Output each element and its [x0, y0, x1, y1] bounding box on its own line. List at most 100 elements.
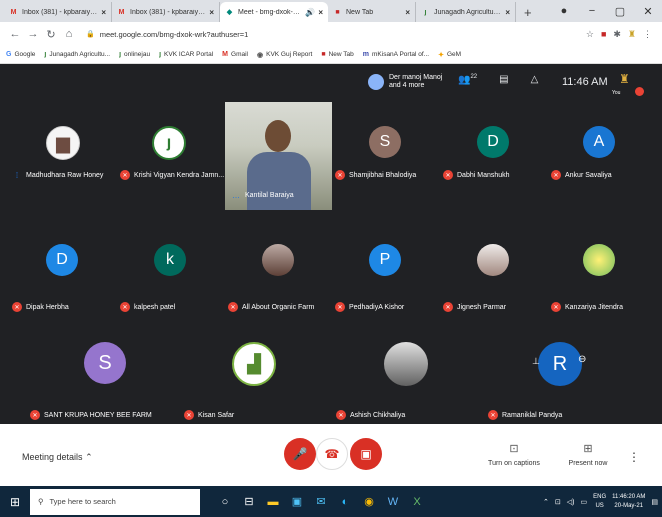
battery-icon[interactable]: ▭: [580, 498, 587, 506]
audio-playing-icon[interactable]: 🔊: [305, 8, 315, 17]
home-icon[interactable]: ⌂: [60, 28, 78, 40]
taskbar-clock[interactable]: 11:46:20 AM 20-May-21: [612, 493, 645, 511]
participant-name: Shamjibhai Bhalodiya: [349, 171, 417, 179]
tab-inbox-1[interactable]: M Inbox (381) - kpbaraiya@gm ×: [4, 2, 112, 22]
tab-meet[interactable]: ◆ Meet - bmg-dxok-wrk 🔊 ×: [220, 2, 328, 22]
tab-inbox-2[interactable]: M Inbox (381) - kpbaraiya@gm ×: [112, 2, 220, 22]
menu-dots-icon[interactable]: ⋮: [643, 29, 652, 40]
meet-top-icons: 👥22 ▤ △: [458, 74, 538, 85]
activities-icon[interactable]: △: [531, 74, 539, 85]
minimize-icon[interactable]: −: [578, 5, 606, 17]
extension-red-icon[interactable]: ■: [601, 29, 606, 39]
participant-tile[interactable]: R ⊥ ⊖ ✕ Ramaniklal Pandya: [488, 340, 648, 420]
mic-toggle-button[interactable]: 🎤: [284, 438, 316, 470]
meet-control-bar: Meeting details ⌃ 🎤 ☎ ▣ ⊡ Turn on caption…: [0, 424, 662, 486]
bookmark-item[interactable]: ȷ onlinejau: [119, 51, 150, 58]
camera-toggle-button[interactable]: ▣: [350, 438, 382, 470]
leave-call-button[interactable]: ☎: [316, 438, 348, 470]
search-placeholder: Type here to search: [49, 497, 116, 506]
remove-icon[interactable]: ⊖: [578, 354, 586, 365]
bookmark-item[interactable]: m mKisanA Portal of...: [363, 51, 429, 58]
mail-icon[interactable]: ✉: [314, 495, 328, 508]
tractor-icon: ▟: [247, 353, 261, 374]
emblem-icon: ♜: [619, 72, 630, 86]
profile-icon[interactable]: ●: [550, 5, 578, 17]
participant-tile[interactable]: ✕ Jignesh Parmar: [443, 242, 551, 312]
chat-icon[interactable]: ▤: [499, 74, 508, 85]
self-tile[interactable]: ♜ You: [612, 70, 644, 96]
lock-icon[interactable]: 🔒: [86, 30, 95, 38]
bookmark-item[interactable]: ȷ Junagadh Agricultu...: [44, 51, 110, 58]
reload-icon[interactable]: ↻: [42, 28, 60, 41]
language-indicator[interactable]: ENG US: [593, 493, 606, 511]
excel-icon[interactable]: X: [410, 496, 424, 508]
participant-photo: [262, 244, 294, 276]
tab-new-tab[interactable]: ■ New Tab ×: [328, 2, 416, 22]
windows-taskbar: ⊞ ⚲ Type here to search ○ ⊟ ▬ ▣ ✉ ◐ ◉ W …: [0, 486, 662, 517]
participant-tile[interactable]: ✕ Kanzariya Jitendra: [551, 242, 657, 312]
participant-tile[interactable]: D ✕ Dipak Herbha: [12, 242, 120, 312]
forward-icon[interactable]: →: [24, 28, 42, 40]
pin-icon[interactable]: ⊥: [532, 356, 540, 367]
chrome-icon[interactable]: ◉: [362, 495, 376, 508]
participant-avatar: S: [369, 126, 401, 158]
participant-tile[interactable]: ▆ ⁞ Madhudhara Raw Honey: [12, 124, 120, 180]
window-controls: ● − ▢ ✕: [550, 0, 662, 22]
bookmark-item[interactable]: ✦ GeM: [438, 51, 461, 59]
task-view-icon[interactable]: ⊟: [242, 495, 256, 508]
participant-tile[interactable]: ȷ ✕ Krishi Vigyan Kendra Jamn...: [120, 124, 224, 180]
participant-tile[interactable]: ▟ ✕ Kisan Safar: [184, 340, 334, 420]
participant-tile[interactable]: P ✕ PedhadiyA Kishor: [335, 242, 443, 312]
participant-tile[interactable]: A ✕ Ankur Savaliya: [551, 124, 657, 180]
bookmark-item[interactable]: G Google: [6, 51, 35, 58]
volume-icon[interactable]: ◁): [567, 498, 575, 506]
more-options-icon[interactable]: ⋮: [628, 450, 640, 464]
bookmark-star-icon[interactable]: ☆: [586, 29, 594, 40]
edge-icon[interactable]: ◐: [338, 496, 352, 508]
participant-label: ✕ Shamjibhai Bhalodiya: [335, 170, 416, 180]
back-icon[interactable]: ←: [6, 28, 24, 40]
close-tab-icon[interactable]: ×: [505, 8, 510, 17]
participant-tile[interactable]: S ✕ Shamjibhai Bhalodiya: [335, 124, 443, 180]
participant-tile[interactable]: D ✕ Dabhi Manshukh: [443, 124, 551, 180]
captions-button[interactable]: ⊡ Turn on captions: [484, 442, 544, 467]
notification-icon[interactable]: ▤: [651, 498, 658, 506]
chevron-up-icon[interactable]: ⌃: [543, 498, 549, 506]
search-icon: ⚲: [38, 497, 44, 506]
participant-tile[interactable]: k ✕ kalpesh patel: [120, 242, 228, 312]
extensions-puzzle-icon[interactable]: ✱: [613, 29, 621, 40]
bookmark-item[interactable]: ■ New Tab: [321, 51, 353, 58]
store-icon[interactable]: ▣: [290, 495, 304, 508]
close-tab-icon[interactable]: ×: [318, 8, 323, 17]
close-tab-icon[interactable]: ×: [405, 8, 410, 17]
present-now-button[interactable]: ⊞ Present now: [558, 442, 618, 467]
cortana-icon[interactable]: ○: [218, 496, 232, 508]
close-tab-icon[interactable]: ×: [101, 8, 106, 17]
close-window-icon[interactable]: ✕: [634, 5, 662, 18]
mic-off-icon: ✕: [12, 302, 22, 312]
taskbar-date: 20-May-21: [614, 502, 644, 509]
participant-tile[interactable]: S ✕ SANT KRUPA HONEY BEE FARM: [30, 340, 180, 420]
presenting-indicator[interactable]: Der manoj Manoj and 4 more: [368, 70, 442, 94]
network-icon[interactable]: ⊡: [555, 498, 561, 506]
bookmark-item[interactable]: ȷ KVK ICAR Portal: [159, 51, 213, 58]
participant-tile[interactable]: ✕ All About Organic Farm: [228, 242, 336, 312]
participant-tile-video[interactable]: … Kantilal Baraiya: [225, 102, 332, 210]
new-tab-button[interactable]: +: [516, 2, 540, 22]
maximize-icon[interactable]: ▢: [606, 5, 634, 18]
url-input[interactable]: 🔒 meet.google.com/bmg-dxok-wrk?authuser=…: [78, 25, 586, 43]
participant-tile[interactable]: ✕ Ashish Chikhaliya: [336, 340, 486, 420]
close-tab-icon[interactable]: ×: [209, 8, 214, 17]
word-icon[interactable]: W: [386, 496, 400, 508]
file-explorer-icon[interactable]: ▬: [266, 496, 280, 508]
bookmark-item[interactable]: M Gmail: [222, 51, 248, 58]
profile-emblem-icon[interactable]: ♜: [628, 29, 636, 40]
windows-start-icon[interactable]: ⊞: [0, 495, 30, 509]
taskbar-search-input[interactable]: ⚲ Type here to search: [30, 488, 200, 515]
meet-grid: Der manoj Manoj and 4 more 👥22 ▤ △ 11:46 …: [0, 64, 662, 424]
bookmark-item[interactable]: ◉ KVK Guj Report: [257, 51, 312, 59]
address-bar: ← → ↻ ⌂ 🔒 meet.google.com/bmg-dxok-wrk?a…: [0, 22, 662, 46]
tab-junagadh[interactable]: ȷ Junagadh Agricultural Unive ×: [416, 2, 516, 22]
participants-icon[interactable]: 👥22: [458, 74, 477, 85]
meeting-details-button[interactable]: Meeting details ⌃: [22, 452, 93, 463]
